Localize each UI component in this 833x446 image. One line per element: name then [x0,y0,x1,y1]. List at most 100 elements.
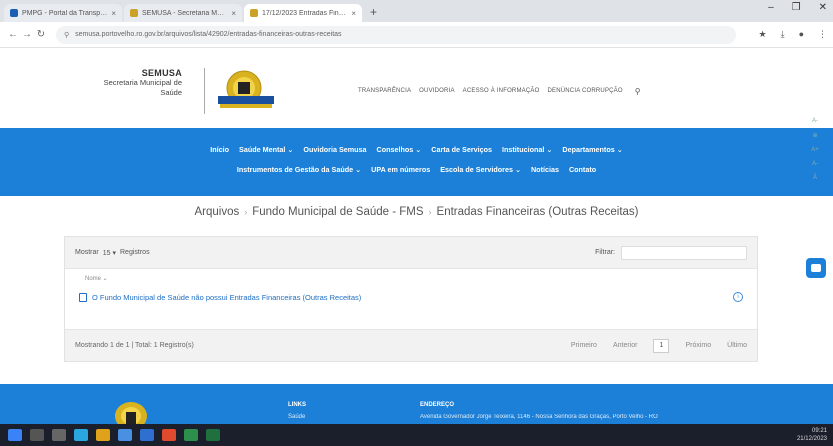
main-menu: Início Saúde Mental ⌄ Ouvidoria Semusa C… [0,128,833,196]
sheets-icon[interactable] [206,429,220,441]
table-footer: Mostrando 1 de 1 | Total: 1 Registro(s) … [65,329,757,361]
filter-label: Filtrar: [595,249,615,256]
tab-label: 17/12/2023 Entradas Financei... [262,9,347,17]
menu-item-noticias[interactable]: Notícias [531,165,559,174]
breadcrumb-separator-icon: › [428,207,432,217]
window-controls: – ❐ ✕ [768,2,827,13]
files-table: Mostrar 15 ▾ Registros Filtrar: Nome ⌄ O… [64,236,758,362]
page-size-select[interactable]: 15 ▾ [103,249,116,257]
font-increase-button[interactable]: A+ [811,147,819,153]
menu-dots-icon[interactable]: ⋮ [818,29,827,40]
minimize-button[interactable]: – [768,2,774,13]
breadcrumb-separator-icon: › [244,207,248,217]
breadcrumb-arquivos[interactable]: Arquivos [194,206,239,218]
row-title[interactable]: O Fundo Municipal de Saúde não possui En… [92,293,361,302]
search-icon[interactable]: ⚲ [635,87,641,96]
forward-icon[interactable]: → [20,29,34,40]
excel-icon[interactable] [184,429,198,441]
new-tab-button[interactable]: + [364,5,383,22]
menu-row-1: Início Saúde Mental ⌄ Ouvidoria Semusa C… [0,145,833,154]
file-explorer-icon[interactable] [96,429,110,441]
footer-link-saude[interactable]: Saúde [288,414,305,420]
task-view-icon[interactable] [52,429,66,441]
browser-tab-1[interactable]: PMPG - Portal da Transparência × [4,4,122,22]
pager-prev[interactable]: Anterior [613,342,638,349]
contrast-button[interactable]: ⊕ [812,132,817,139]
bookmark-star-icon[interactable]: ★ [759,29,767,40]
accessibility-bar: A- ⊕ A+ A- Ā [805,118,825,181]
site-header: SEMUSA Secretaria Municipal de Saúde TRA… [0,48,833,128]
url-text: semusa.portovelho.ro.gov.br/arquivos/lis… [75,31,342,38]
pager-next[interactable]: Próximo [685,342,711,349]
pager-last[interactable]: Último [727,342,747,349]
menu-item-institucional[interactable]: Institucional ⌄ [502,145,552,154]
show-label: Mostrar [75,249,99,256]
menu-item-carta-servicos[interactable]: Carta de Serviços [431,145,492,154]
mail-icon[interactable] [118,429,132,441]
records-label: Registros [120,249,150,256]
menu-item-inicio[interactable]: Início [210,145,229,154]
chrome-icon[interactable] [162,429,176,441]
back-icon[interactable]: ← [6,29,20,40]
reload-icon[interactable]: ↻ [34,29,48,40]
logo-text[interactable]: SEMUSA Secretaria Municipal de Saúde [82,68,182,98]
maximize-button[interactable]: ❐ [792,2,801,13]
city-emblem-icon[interactable] [214,68,278,116]
site-info-icon[interactable]: ⚲ [64,31,69,39]
logo-line3: Saúde [160,88,182,97]
logo-line1: SEMUSA [141,68,182,78]
tab-close-icon[interactable]: × [351,9,356,18]
chat-button[interactable] [806,258,826,278]
tab-close-icon[interactable]: × [231,9,236,18]
column-header-name[interactable]: Nome ⌄ [85,275,108,282]
breadcrumb-fms[interactable]: Fundo Municipal de Saúde - FMS [252,206,423,218]
font-default-button[interactable]: Ā [813,175,817,181]
menu-item-departamentos[interactable]: Departamentos ⌄ [562,145,622,154]
browser-tab-2[interactable]: SEMUSA - Secretaria Municipal × [124,4,242,22]
download-icon[interactable]: ⤓ [781,29,785,40]
menu-row-2: Instrumentos de Gestão da Saúde ⌄ UPA em… [0,165,833,174]
menu-item-escola[interactable]: Escola de Servidores ⌄ [440,165,521,174]
font-decrease-button[interactable]: A- [812,118,818,124]
tab-label: PMPG - Portal da Transparência [22,9,107,17]
browser-tab-3[interactable]: 17/12/2023 Entradas Financei... × [244,4,362,22]
top-link-transparencia[interactable]: TRANSPARÊNCIA [358,88,411,96]
menu-item-conselhos[interactable]: Conselhos ⌄ [377,145,422,154]
table-controls: Mostrar 15 ▾ Registros Filtrar: [65,237,757,269]
menu-item-ouvidoria[interactable]: Ouvidoria Semusa [303,145,366,154]
url-field[interactable]: ⚲ semusa.portovelho.ro.gov.br/arquivos/l… [56,25,736,44]
logo-line2: Secretaria Municipal de [103,78,182,87]
breadcrumb: Arquivos › Fundo Municipal de Saúde - FMS ›… [0,206,833,218]
menu-item-upa[interactable]: UPA em números [371,165,430,174]
filter-input[interactable] [621,245,747,260]
menu-item-saude-mental[interactable]: Saúde Mental ⌄ [239,145,293,154]
close-window-button[interactable]: ✕ [819,2,827,13]
clock-date: 21/12/2023 [796,436,827,442]
toolbar-icons: ★ ⤓ ● ⋮ [759,29,828,40]
info-icon[interactable]: i [733,292,743,302]
store-icon[interactable] [140,429,154,441]
edge-icon[interactable] [74,429,88,441]
logo-divider [204,68,205,114]
records-summary: Mostrando 1 de 1 | Total: 1 Registro(s) [75,342,194,349]
top-link-ouvidoria[interactable]: OUVIDORIA [419,88,454,96]
tab-close-icon[interactable]: × [111,9,116,18]
chat-icon [811,264,821,272]
pager-first[interactable]: Primeiro [571,342,597,349]
table-row[interactable]: O Fundo Municipal de Saúde não possui En… [79,292,743,302]
tab-favicon-icon [250,9,258,17]
search-taskbar-icon[interactable] [30,429,44,441]
top-link-acesso-informacao[interactable]: ACESSO À INFORMAÇÃO [463,88,540,96]
top-link-denuncia[interactable]: DENÚNCIA CORRUPÇÃO [547,88,622,96]
site-footer: LINKS Saúde ENDEREÇO Avenida Governador … [0,384,833,424]
pager-current[interactable]: 1 [653,338,670,353]
taskbar-clock[interactable]: 09:21 21/12/2023 [797,427,827,443]
top-nav: TRANSPARÊNCIA OUVIDORIA ACESSO À INFORMA… [358,87,641,96]
font-reset-button[interactable]: A- [812,161,818,167]
footer-links-heading: LINKS [288,402,306,408]
profile-icon[interactable]: ● [799,29,804,40]
start-icon[interactable] [8,429,22,441]
menu-item-instrumentos[interactable]: Instrumentos de Gestão da Saúde ⌄ [237,165,361,174]
breadcrumb-current: Entradas Financeiras (Outras Receitas) [436,206,639,218]
menu-item-contato[interactable]: Contato [569,165,596,174]
